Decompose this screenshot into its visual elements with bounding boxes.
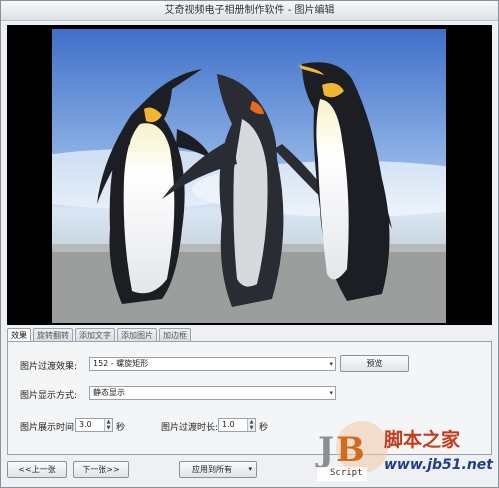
spinner-arrows-icon[interactable]: ▲ ▼ <box>104 419 112 431</box>
image-editor-window: 艾奇视频电子相册制作软件 - 图片编辑 效果 旋转翻转 添加文字 添加图片 加边… <box>0 0 499 488</box>
transition-effect-select[interactable]: 152 - 螺旋矩形 ▾ <box>89 357 336 371</box>
display-mode-select[interactable]: 静态显示 ▾ <box>89 386 336 400</box>
tab-add-text[interactable]: 添加文字 <box>75 328 115 342</box>
show-time-unit: 秒 <box>116 423 126 433</box>
tab-add-border[interactable]: 加边框 <box>159 328 191 342</box>
dropdown-arrow-icon: ▾ <box>329 389 333 397</box>
show-time-value: 3.0 <box>79 420 92 429</box>
penguin-photo <box>52 29 446 323</box>
transition-time-label: 图片过渡时长: <box>161 423 219 433</box>
window-title: 艾奇视频电子相册制作软件 - 图片编辑 <box>164 5 335 16</box>
previous-image-button[interactable]: <<上一张 <box>7 461 67 478</box>
script-label: Script <box>330 468 363 478</box>
apply-to-all-label: 应用到所有 <box>192 465 232 474</box>
edit-tabs: 效果 旋转翻转 添加文字 添加图片 加边框 <box>7 328 193 343</box>
display-mode-label: 图片显示方式: <box>20 391 78 401</box>
display-mode-value: 静态显示 <box>93 388 125 397</box>
image-preview-area <box>7 25 492 325</box>
transition-time-unit: 秒 <box>259 423 269 433</box>
apply-to-all-button[interactable]: 应用到所有 ▾ <box>179 461 257 478</box>
transition-time-spinner[interactable]: 1.0 ▲ ▼ <box>218 418 256 432</box>
site-url: www.jb51.net <box>384 457 493 473</box>
brand-name: 脚本之家 <box>384 429 461 451</box>
next-image-button[interactable]: 下一张>> <box>73 461 129 478</box>
tab-rotate-flip[interactable]: 旋转翻转 <box>33 328 73 342</box>
transition-effect-label: 图片过渡效果: <box>20 362 78 372</box>
svg-text:B: B <box>336 430 365 470</box>
preview-button[interactable]: 预览 <box>340 355 409 372</box>
show-time-label: 图片展示时间: <box>20 423 78 433</box>
dropdown-arrow-icon: ▾ <box>329 360 333 368</box>
site-watermark: J B Script 脚本之家 www.jb51.net <box>314 421 498 487</box>
svg-text:J: J <box>315 430 334 470</box>
spinner-arrows-icon[interactable]: ▲ ▼ <box>247 419 255 431</box>
tab-add-image[interactable]: 添加图片 <box>117 328 157 342</box>
transition-time-value: 1.0 <box>222 420 235 429</box>
title-bar: 艾奇视频电子相册制作软件 - 图片编辑 <box>1 1 498 21</box>
dropdown-arrow-icon: ▾ <box>248 465 252 473</box>
transition-effect-value: 152 - 螺旋矩形 <box>93 359 149 368</box>
show-time-spinner[interactable]: 3.0 ▲ ▼ <box>75 418 113 432</box>
